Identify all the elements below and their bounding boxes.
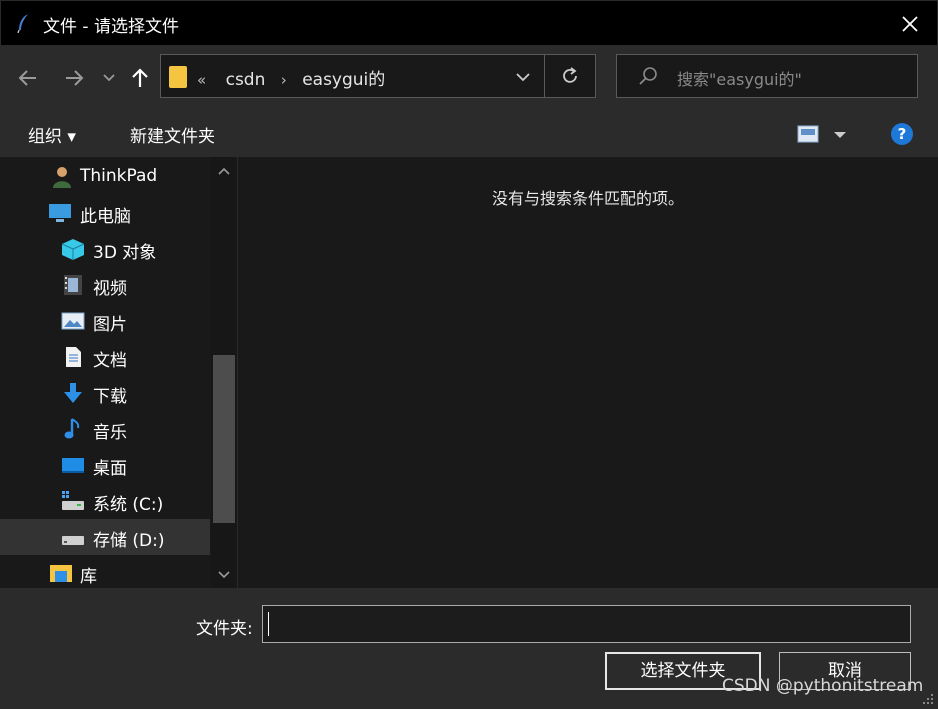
organize-button[interactable]: 组织 ▾ (28, 122, 76, 147)
recent-locations-chevron-icon[interactable] (100, 68, 118, 86)
scrollbar-thumb[interactable] (213, 355, 235, 523)
new-folder-button[interactable]: 新建文件夹 (130, 122, 215, 147)
search-placeholder: 搜索"easygui的" (677, 70, 802, 89)
title-bar: 文件 - 请选择文件 (0, 0, 938, 46)
drive-icon (62, 536, 84, 545)
sidebar-item-libraries[interactable]: 库 (0, 555, 210, 588)
file-list-pane[interactable]: 没有与搜索条件匹配的项。 (238, 157, 938, 588)
sidebar-item-pictures[interactable]: 图片 (0, 303, 210, 339)
sidebar-item-label: ThinkPad (80, 166, 158, 186)
sidebar-item-documents[interactable]: 文档 (0, 339, 210, 375)
sidebar-item-label: 系统 (C:) (93, 495, 164, 515)
folder-field-label: 文件夹: (196, 619, 253, 639)
sidebar-item-videos[interactable]: 视频 (0, 267, 210, 303)
computer-icon (49, 204, 71, 222)
cube-3d-icon (61, 239, 85, 260)
up-arrow-icon[interactable] (128, 66, 152, 90)
sidebar-item-label: 下载 (93, 387, 127, 407)
search-icon (639, 67, 657, 85)
sidebar-item-system-c[interactable]: 系统 (C:) (0, 483, 210, 519)
window-title: 文件 - 请选择文件 (43, 17, 179, 37)
svg-text:?: ? (898, 125, 907, 143)
sidebar-item-label: 存储 (D:) (93, 531, 165, 551)
folder-field[interactable] (262, 605, 911, 643)
video-icon (64, 275, 82, 295)
sidebar-item-label: 视频 (93, 279, 127, 299)
help-icon[interactable]: ? (890, 122, 914, 146)
document-icon (66, 347, 81, 367)
search-box[interactable]: 搜索"easygui的" (616, 54, 918, 98)
close-icon[interactable] (897, 11, 923, 37)
empty-results-message: 没有与搜索条件匹配的项。 (491, 189, 684, 208)
back-arrow-icon[interactable] (16, 66, 40, 90)
sidebar-item-downloads[interactable]: 下载 (0, 375, 210, 411)
sidebar-item-label: 图片 (93, 315, 127, 335)
breadcrumb-item-easygui[interactable]: easygui的 (302, 70, 385, 90)
sidebar-item-label: 文档 (93, 351, 127, 371)
sidebar-item-storage-d[interactable]: 存储 (D:) (0, 519, 210, 555)
sidebar-item-desktop[interactable]: 桌面 (0, 447, 210, 483)
sidebar-item-3d-objects[interactable]: 3D 对象 (0, 231, 210, 267)
dialog-footer: 文件夹: 选择文件夹 取消 CSDN @pythonitstream (0, 588, 938, 709)
address-bar[interactable]: « csdn › easygui的 (160, 54, 596, 98)
sidebar-item-label: 此电脑 (80, 207, 131, 227)
sidebar-item-label: 3D 对象 (93, 243, 157, 263)
system-drive-icon (62, 491, 84, 510)
breadcrumb-overflow[interactable]: « (197, 71, 206, 89)
breadcrumb-item-csdn[interactable]: csdn (212, 70, 266, 90)
scroll-up-chevron-icon[interactable] (216, 163, 232, 179)
breadcrumb-separator-icon[interactable]: › (271, 71, 297, 89)
picture-icon (61, 312, 85, 330)
download-icon (64, 383, 82, 403)
forward-arrow-icon[interactable] (62, 66, 86, 90)
watermark-text: CSDN @pythonitstream (722, 676, 924, 696)
sidebar-item-this-pc[interactable]: 此电脑 (0, 195, 210, 231)
desktop-icon (62, 458, 84, 473)
change-view-icon[interactable] (796, 124, 852, 144)
music-icon (64, 418, 80, 439)
sidebar-scrollbar[interactable] (211, 157, 237, 588)
resize-grip-icon[interactable] (922, 693, 934, 705)
sidebar-item-label: 音乐 (93, 423, 127, 443)
library-icon (50, 565, 72, 582)
navigation-pane: ThinkPad 此电脑 3D 对象 视频 图片 文档 下载 音乐 桌面 系统 … (0, 157, 237, 588)
sidebar-item-label: 库 (80, 567, 97, 587)
navigation-bar: « csdn › easygui的 搜索"easygui的" (0, 46, 938, 110)
command-toolbar: 组织 ▾ 新建文件夹 ? (0, 110, 938, 157)
refresh-icon[interactable] (559, 65, 581, 87)
sidebar-item-label: 桌面 (93, 459, 127, 479)
scroll-down-chevron-icon[interactable] (216, 567, 232, 583)
address-dropdown-chevron-icon[interactable] (513, 67, 533, 87)
address-divider (544, 55, 545, 97)
breadcrumb: « csdn › easygui的 (197, 65, 385, 90)
sidebar-item-music[interactable]: 音乐 (0, 411, 210, 447)
user-icon (53, 167, 71, 188)
text-caret (268, 612, 269, 636)
folder-icon (169, 66, 187, 88)
feather-icon (17, 14, 28, 33)
file-dialog-window: 文件 - 请选择文件 « csdn › easygui的 搜索"easygui的… (0, 0, 938, 709)
sidebar-item-thinkpad[interactable]: ThinkPad (0, 159, 210, 195)
